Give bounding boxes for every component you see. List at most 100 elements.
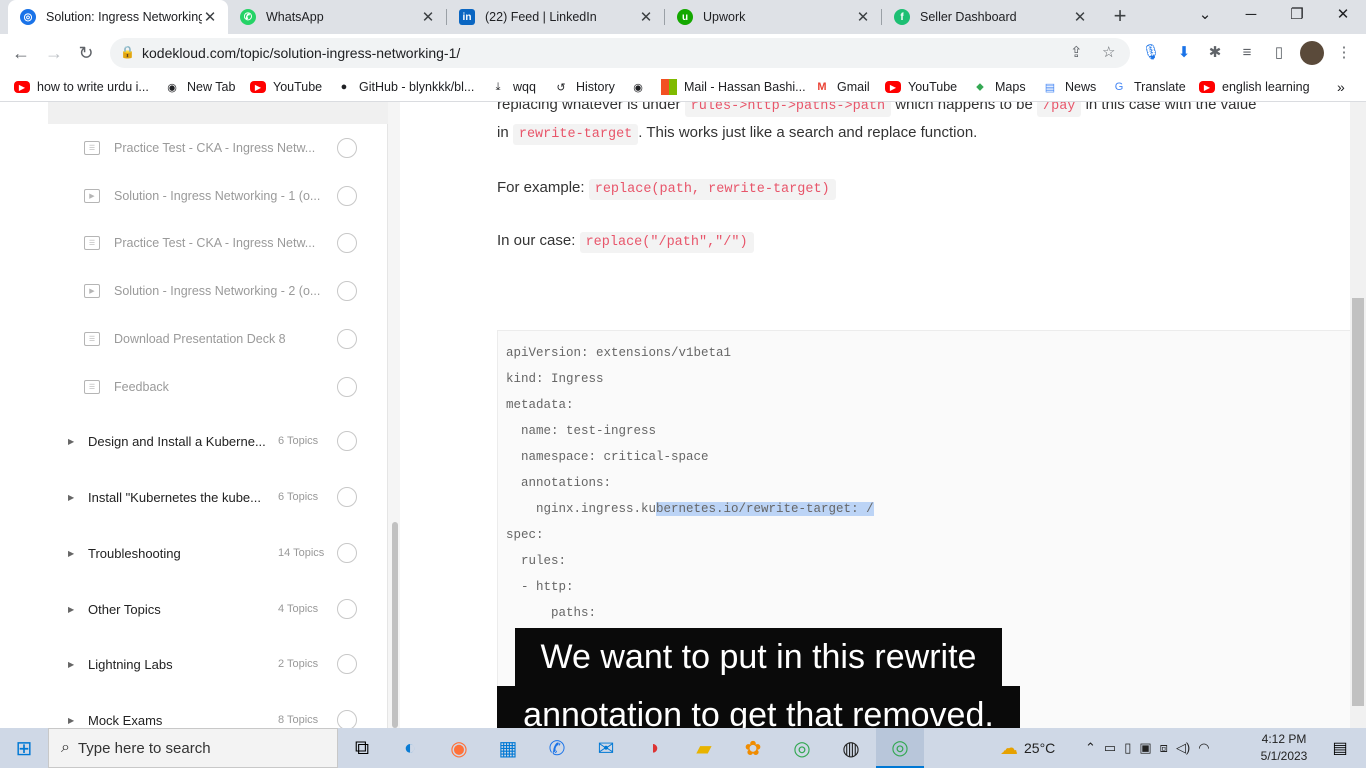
bookmark-item[interactable]: Mail - Hassan Bashi... xyxy=(661,77,806,97)
completion-circle[interactable] xyxy=(337,186,357,206)
bookmark-item[interactable]: ⬥ Maps xyxy=(972,77,1025,97)
completion-circle[interactable] xyxy=(337,281,357,301)
bookmark-item[interactable]: M Gmail xyxy=(814,77,869,97)
tab-title: Solution: Ingress Networking xyxy=(46,10,202,24)
reading-list-icon[interactable]: ≡ xyxy=(1236,42,1258,64)
chevron-up-icon[interactable]: ⌃ xyxy=(1085,740,1096,756)
minimize-button[interactable]: ─ xyxy=(1228,0,1274,32)
bookmark-item[interactable]: ⤓ wqq xyxy=(490,77,536,97)
bookmark-item[interactable]: G Translate xyxy=(1111,77,1186,97)
tab-seller-dashboard[interactable]: f Seller Dashboard ✕ xyxy=(882,0,1098,34)
bookmark-item[interactable]: ▶ english learning xyxy=(1199,77,1310,97)
reload-button[interactable]: ↻ xyxy=(73,41,99,65)
notifications-icon[interactable]: ▤ xyxy=(1316,728,1364,768)
settings-app-icon[interactable]: ✿ xyxy=(729,728,777,768)
bookmark-item[interactable]: ▶ how to write urdu i... xyxy=(14,77,149,97)
close-tab-icon[interactable]: ✕ xyxy=(1072,8,1088,26)
tab-upwork[interactable]: u Upwork ✕ xyxy=(665,0,881,34)
download-extension-icon[interactable]: ⬇ xyxy=(1173,42,1195,64)
completion-circle[interactable] xyxy=(337,654,357,674)
side-panel-icon[interactable]: ▯ xyxy=(1268,42,1290,64)
restore-button[interactable]: ❐ xyxy=(1274,0,1320,32)
section-item[interactable]: ▶ Other Topics 4 Topics xyxy=(68,597,378,621)
profile-avatar[interactable] xyxy=(1300,41,1324,65)
caption-line-2: annotation to get that removed. xyxy=(497,686,1020,728)
tab-whatsapp[interactable]: ✆ WhatsApp ✕ xyxy=(228,0,446,34)
url-text[interactable]: kodekloud.com/topic/solution-ingress-net… xyxy=(142,45,460,61)
display-icon[interactable]: ⧈ xyxy=(1160,740,1168,756)
bookmark-item[interactable]: ▶ YouTube xyxy=(250,77,322,97)
meet-icon[interactable]: ▣ xyxy=(1139,740,1151,756)
code-line: kind: Ingress xyxy=(506,372,604,386)
completion-circle[interactable] xyxy=(337,543,357,563)
bookmark-star-icon[interactable]: ☆ xyxy=(1102,43,1115,61)
extensions-icon[interactable]: ✱ xyxy=(1204,42,1226,64)
inline-code: rules->http->paths->path xyxy=(684,102,892,117)
bookmark-item[interactable]: ▶ YouTube xyxy=(885,77,957,97)
completion-circle[interactable] xyxy=(337,710,357,728)
close-tab-icon[interactable]: ✕ xyxy=(638,8,654,26)
completion-circle[interactable] xyxy=(337,431,357,451)
completion-circle[interactable] xyxy=(337,377,357,397)
code-line: spec: xyxy=(506,528,544,542)
bookmark-item[interactable]: ◉ New Tab xyxy=(164,77,235,97)
chrome-active-icon[interactable]: ◎ xyxy=(876,728,924,768)
bookmark-item[interactable]: ↺ History xyxy=(553,77,615,97)
bookmark-item[interactable]: ◉ xyxy=(630,77,653,97)
menu-dots-icon[interactable]: ⋮ xyxy=(1333,42,1355,64)
completion-circle[interactable] xyxy=(337,233,357,253)
completion-circle[interactable] xyxy=(337,599,357,619)
wifi-icon[interactable]: ◠ xyxy=(1198,740,1209,756)
bookmark-item[interactable]: ● GitHub - blynkkk/bl... xyxy=(336,77,475,97)
weather-widget[interactable]: ☁ 25°C xyxy=(1000,728,1055,768)
sidebar-active-item[interactable] xyxy=(48,102,388,124)
tab-linkedin[interactable]: in (22) Feed | LinkedIn ✕ xyxy=(447,0,664,34)
share-icon[interactable]: ⇪ xyxy=(1070,43,1083,61)
system-clock[interactable]: 4:12 PM 5/1/2023 xyxy=(1256,731,1312,765)
lesson-label: Practice Test - CKA - Ingress Netw... xyxy=(114,236,316,250)
fiverr-icon: f xyxy=(894,9,910,25)
bookmark-item[interactable]: ▤ News xyxy=(1042,77,1096,97)
taskbar-search[interactable]: ⌕ Type here to search xyxy=(48,728,338,768)
close-window-button[interactable]: ✕ xyxy=(1320,0,1366,32)
topic-count: 14 Topics xyxy=(278,547,325,559)
mail-icon[interactable]: ✉ xyxy=(582,728,630,768)
tab-kodekloud[interactable]: ◎ Solution: Ingress Networking ✕ xyxy=(8,0,228,34)
close-tab-icon[interactable]: ✕ xyxy=(855,8,871,26)
network-icon[interactable]: ▭ xyxy=(1104,740,1116,756)
tab-title: (22) Feed | LinkedIn xyxy=(485,10,597,24)
section-item[interactable]: ▶ Mock Exams 8 Topics xyxy=(68,708,378,728)
page-scrollbar-thumb[interactable] xyxy=(1352,298,1364,706)
section-label: Install "Kubernetes the kube... xyxy=(88,489,261,505)
microphone-icon[interactable]: 🎙 xyxy=(1140,42,1162,64)
forward-button[interactable]: → xyxy=(41,41,67,65)
completion-circle[interactable] xyxy=(337,487,357,507)
task-view-icon[interactable]: ⧉ xyxy=(338,728,386,768)
volume-icon[interactable]: ◁) xyxy=(1176,740,1190,756)
more-bookmarks-icon[interactable]: » xyxy=(1337,77,1345,97)
app-icon[interactable]: ◗ xyxy=(631,728,679,768)
tab-search-icon[interactable]: ⌄ xyxy=(1182,0,1228,32)
section-label: Troubleshooting xyxy=(88,545,181,561)
completion-circle[interactable] xyxy=(337,329,357,349)
edge-icon[interactable]: ◐ xyxy=(386,728,434,768)
section-item[interactable]: ▶ Lightning Labs 2 Topics xyxy=(68,652,378,676)
camera-app-icon[interactable]: ◍ xyxy=(827,728,875,768)
start-windows-icon[interactable]: ⊞ xyxy=(0,728,48,768)
file-explorer-icon[interactable]: ▰ xyxy=(680,728,728,768)
section-item[interactable]: ▶ Install "Kubernetes the kube... 6 Topics xyxy=(68,485,378,509)
chrome-icon[interactable]: ◎ xyxy=(778,728,826,768)
store-icon[interactable]: ▦ xyxy=(484,728,532,768)
new-tab-button[interactable]: + xyxy=(1108,4,1132,28)
section-item[interactable]: ▶ Design and Install a Kuberne... 6 Topics xyxy=(68,429,378,453)
address-bar[interactable]: 🔒 kodekloud.com/topic/solution-ingress-n… xyxy=(110,38,1130,68)
sidebar-scrollbar-thumb[interactable] xyxy=(392,522,398,728)
close-tab-icon[interactable]: ✕ xyxy=(202,8,218,26)
back-button[interactable]: ← xyxy=(8,41,34,65)
section-item[interactable]: ▶ Troubleshooting 14 Topics xyxy=(68,541,378,565)
battery-icon[interactable]: ▯ xyxy=(1124,740,1131,756)
phone-app-icon[interactable]: ✆ xyxy=(533,728,581,768)
close-tab-icon[interactable]: ✕ xyxy=(420,8,436,26)
completion-circle[interactable] xyxy=(337,138,357,158)
firefox-icon[interactable]: ◉ xyxy=(435,728,483,768)
